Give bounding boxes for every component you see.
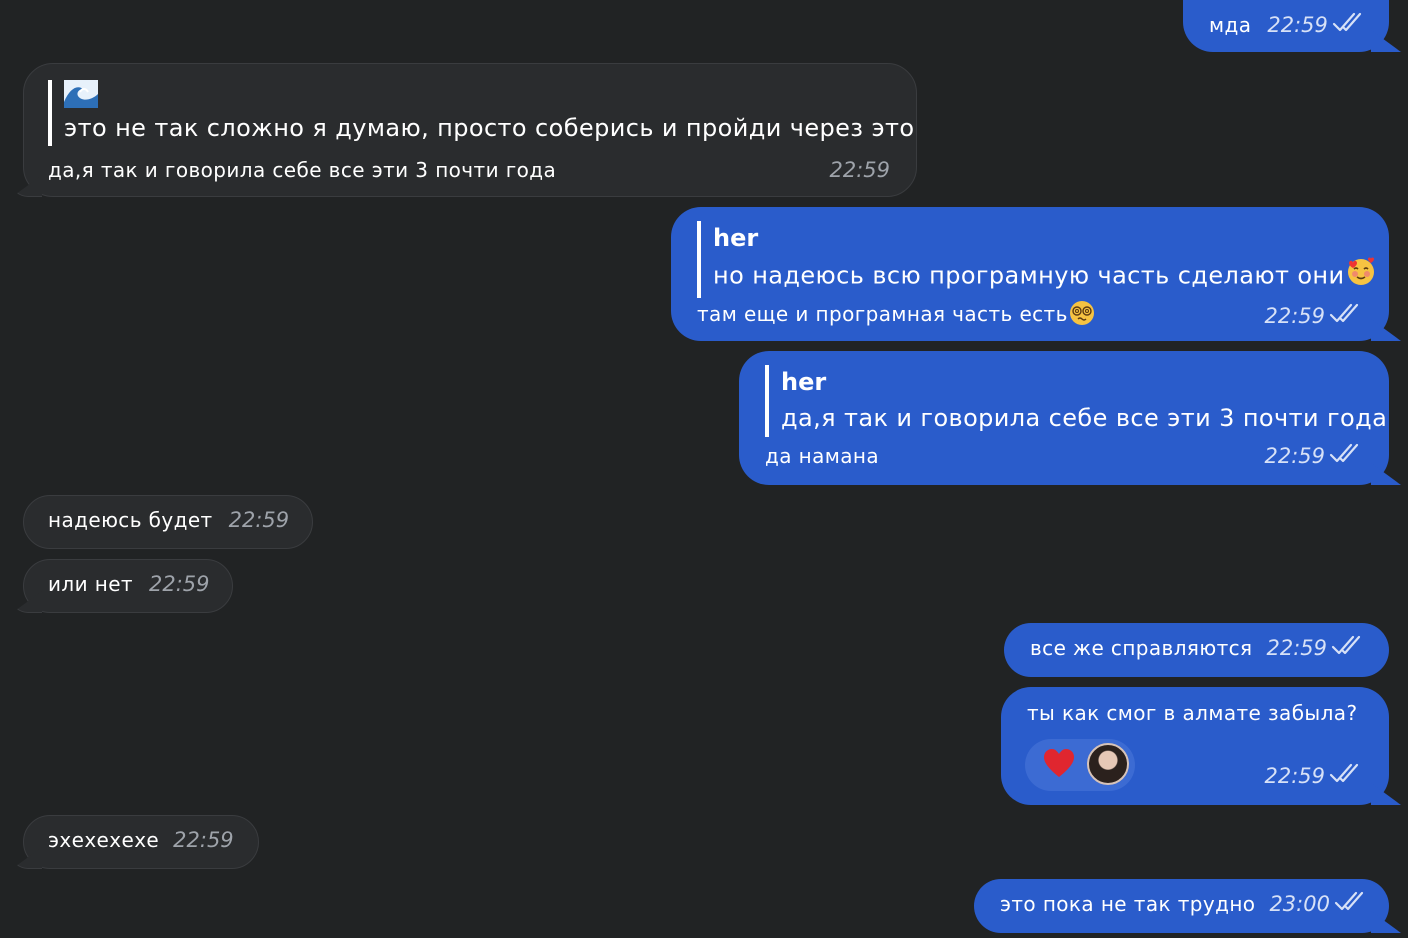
bubble-tail xyxy=(1371,463,1401,485)
bubble-tail xyxy=(1371,911,1401,933)
read-double-check-icon xyxy=(1331,635,1363,661)
reply-author: her xyxy=(713,224,759,252)
message-text: да,я так и говорила себе все эти 3 почти… xyxy=(48,158,557,182)
message-bubble[interactable]: her да,я так и говорила себе все эти 3 п… xyxy=(739,351,1401,485)
reply-author: her xyxy=(781,368,827,396)
message-text: эхехехехе xyxy=(48,828,160,852)
message-text: или нет xyxy=(48,572,133,596)
message-bubble[interactable]: мда 22:59 xyxy=(1183,0,1401,52)
message-text: там еще и програмная часть есть xyxy=(697,302,1068,326)
dizzy-face-emoji-icon xyxy=(1068,299,1096,332)
message-text: это пока не так трудно xyxy=(1000,892,1256,916)
message-text: надеюсь будет xyxy=(48,508,213,532)
reply-quote[interactable]: это не так сложно я думаю, просто собери… xyxy=(48,80,915,146)
message-text: ты как смог в алмате забыла? xyxy=(1027,701,1358,725)
read-double-check-icon xyxy=(1334,891,1366,917)
message-time: 22:59 xyxy=(829,158,890,182)
message-time: 22:59 xyxy=(1264,764,1325,788)
bubble-tail xyxy=(12,847,42,869)
message-bubble[interactable]: все же справляются 22:59 xyxy=(1004,623,1389,677)
bubble-tail xyxy=(12,175,42,197)
message-bubble[interactable]: это пока не так трудно 23:00 xyxy=(974,879,1401,933)
read-double-check-icon xyxy=(1329,303,1361,329)
message-text: мда xyxy=(1209,13,1252,37)
reply-text-line: но надеюсь всю програмную часть сделают … xyxy=(713,255,1377,298)
bubble-tail xyxy=(1371,783,1401,805)
reply-text: да,я так и говорила себе все эти 3 почти… xyxy=(781,404,1388,432)
message-time: 23:00 xyxy=(1269,892,1330,916)
reply-quote[interactable]: her да,я так и говорила себе все эти 3 п… xyxy=(765,365,1387,437)
message-bubble[interactable]: ты как смог в алмате забыла? 22:59 xyxy=(1001,687,1401,805)
read-double-check-icon xyxy=(1329,443,1361,469)
user-avatar xyxy=(1087,743,1129,785)
read-double-check-icon xyxy=(1332,12,1364,38)
message-time: 22:59 xyxy=(1267,13,1328,37)
reaction-pill[interactable] xyxy=(1025,739,1135,791)
message-bubble[interactable]: это не так сложно я думаю, просто собери… xyxy=(12,63,917,197)
bubble-tail xyxy=(1371,319,1401,341)
message-text: да намана xyxy=(765,444,880,468)
message-time: 22:59 xyxy=(1264,303,1325,328)
reply-text: это не так сложно я думаю, просто собери… xyxy=(64,114,915,142)
message-time: 22:59 xyxy=(228,508,290,532)
smiling-hearts-emoji-icon xyxy=(1345,255,1377,298)
bubble-tail xyxy=(1371,30,1401,52)
message-text-line: там еще и програмная часть есть xyxy=(697,299,1096,332)
message-time: 22:59 xyxy=(1266,636,1327,660)
reply-quote[interactable]: her но надеюсь всю програмную часть сдел… xyxy=(697,221,1377,298)
message-bubble[interactable]: her но надеюсь всю програмную часть сдел… xyxy=(671,207,1401,341)
reply-text: но надеюсь всю програмную часть сделают … xyxy=(713,261,1345,290)
message-time: 22:59 xyxy=(1264,444,1325,468)
message-time: 22:59 xyxy=(148,572,210,596)
wave-emoji-icon xyxy=(64,80,915,110)
message-bubble[interactable]: эхехехехе 22:59 xyxy=(12,815,259,869)
red-heart-icon xyxy=(1043,749,1075,783)
message-text: все же справляются xyxy=(1030,636,1253,660)
message-time: 22:59 xyxy=(173,828,234,852)
message-bubble[interactable]: надеюсь будет 22:59 xyxy=(23,495,313,549)
message-bubble[interactable]: или нет 22:59 xyxy=(12,559,233,613)
bubble-tail xyxy=(12,591,42,613)
read-double-check-icon xyxy=(1329,763,1361,789)
